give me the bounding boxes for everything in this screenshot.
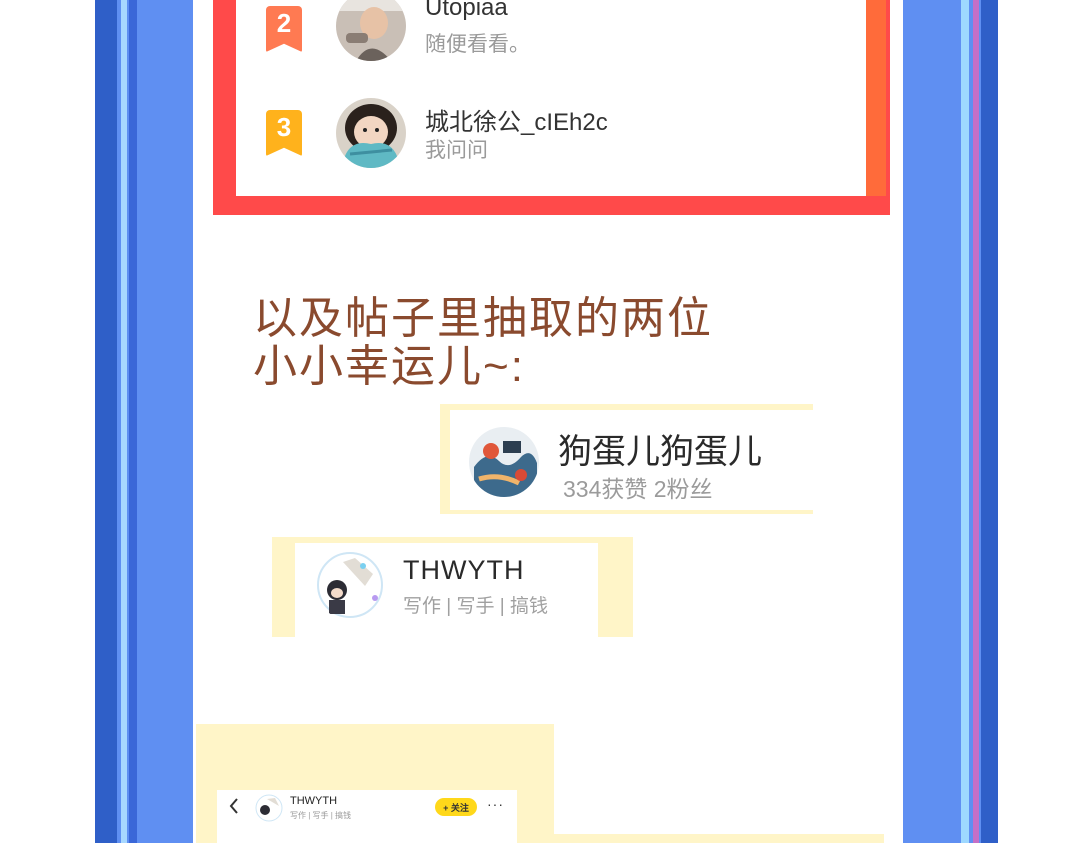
winner-name[interactable]: 狗蛋儿狗蛋儿 bbox=[558, 424, 762, 473]
profile-bio: 写作 | 写手 | 搞钱 bbox=[290, 811, 352, 820]
right-border-decoration bbox=[903, 0, 998, 843]
lucky-winners-heading-line-1: 以及帖子里抽取的两位 bbox=[253, 294, 713, 343]
avatar[interactable] bbox=[255, 794, 283, 822]
ranking-frame-accent bbox=[866, 0, 886, 196]
ranking-user-name[interactable]: 城北徐公_cIEh2c bbox=[425, 102, 608, 137]
back-icon[interactable] bbox=[228, 797, 240, 820]
ranking-user-subtitle: 随便看看。 bbox=[425, 33, 530, 56]
ranking-user-subtitle: 我问问 bbox=[425, 139, 488, 162]
left-border-decoration bbox=[95, 0, 193, 843]
screenshot-backdrop bbox=[554, 834, 884, 843]
avatar[interactable] bbox=[336, 98, 406, 168]
lucky-winners-heading-line-2: 小小幸运儿~: bbox=[253, 342, 525, 391]
follow-button[interactable]: + 关注 bbox=[435, 798, 477, 816]
avatar[interactable] bbox=[469, 427, 539, 497]
ranking-user-name[interactable]: Utopiaa bbox=[425, 0, 508, 22]
profile-name[interactable]: THWYTH bbox=[290, 795, 337, 807]
more-options-icon[interactable]: ··· bbox=[487, 796, 504, 812]
avatar[interactable] bbox=[315, 550, 385, 620]
winner-stats: 334获赞 2粉丝 bbox=[563, 476, 713, 502]
ranking-panel bbox=[236, 0, 866, 196]
winner-name[interactable]: THWYTH bbox=[403, 555, 524, 586]
winner-bio: 写作 | 写手 | 搞钱 bbox=[403, 596, 548, 617]
